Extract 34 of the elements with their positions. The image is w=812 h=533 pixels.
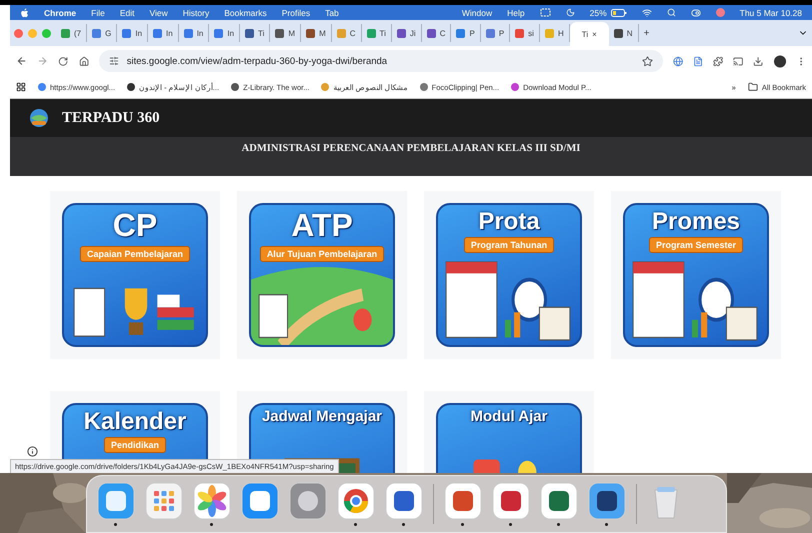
tile-title: ATP (291, 209, 353, 243)
tile-ribbon: Program Tahunan (464, 237, 554, 254)
tile-ribbon: Pendidikan (104, 437, 166, 454)
tile-title: CP (112, 209, 158, 243)
tab-title: G (105, 28, 112, 38)
tab-title: P (469, 28, 475, 38)
tile-ribbon: Alur Tujuan Pembelajaran (260, 246, 384, 262)
battery-percent: 25% (590, 8, 607, 18)
tab-title: (7 (74, 28, 82, 38)
tile-ribbon: Program Semester (648, 237, 744, 254)
tab-title: Ji (410, 28, 416, 38)
tab-title: C (350, 28, 356, 38)
tab-title: P (498, 28, 504, 38)
tab-title: H (558, 28, 564, 38)
tab-title: si (528, 28, 534, 38)
tile-title: Prota (478, 209, 540, 234)
tab-title: In (227, 28, 234, 38)
tile-ribbon: Capaian Pembelajaran (80, 246, 190, 262)
tab-title: Ti (258, 28, 264, 38)
tile-title: Jadwal Mengajar (262, 409, 382, 425)
tile-title: Promes (652, 209, 740, 234)
tab-title: M (288, 28, 296, 38)
tab-title: In (135, 28, 142, 38)
page-heading: ADMINISTRASI PERENCANAAN PEMBELAJARAN KELAS III SD/MI (242, 143, 580, 156)
tab-title: Ti (582, 30, 588, 38)
tab-title: Ti (380, 28, 386, 38)
tab-title: C (440, 28, 446, 38)
tab-title: In (166, 28, 173, 38)
url-text: sites.google.com/view/adm-terpadu-360-by-yoga-dwi/beranda (126, 56, 388, 66)
tile-title: Modul Ajar (470, 409, 548, 425)
tile-title: Kalender (84, 409, 186, 434)
tab-title: N (626, 28, 633, 38)
tab-title: In (196, 28, 204, 38)
tab-title: M (319, 28, 326, 38)
